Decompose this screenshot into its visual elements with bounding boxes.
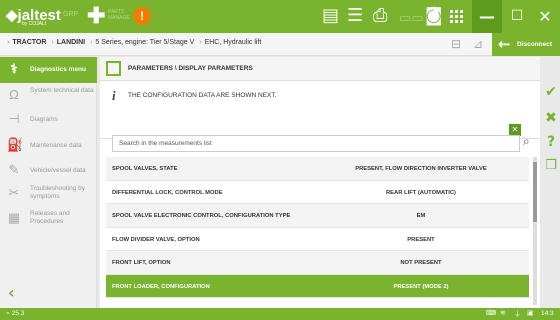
grid-icon[interactable] (450, 10, 463, 23)
parts-manage-label: PARTS MANAGE (108, 9, 130, 21)
wifi-icon: ≋ (500, 309, 506, 317)
param-value: PRESENT (MODE 2) (393, 283, 449, 290)
help-icon[interactable]: ? (542, 134, 560, 150)
top-toolbar: ◆jaltest by COJALI GRP ✚ PARTS MANAGE ! ▤ … (0, 0, 560, 33)
sidebar: ⚕ Diagnostics menu Ω System technical da… (0, 57, 97, 308)
sidebar-item-label: Troubleshooting by symptoms (30, 185, 86, 200)
minimize-button[interactable]: — (472, 0, 502, 33)
sidebar-item-label: Maintenance data (30, 142, 82, 149)
sidebar-item-label: System technical data (30, 87, 94, 94)
sidebar-item-diagnostics-menu[interactable]: ⚕ Diagnostics menu (0, 57, 97, 83)
wrench-icon: ✎ (8, 162, 20, 177)
page-title: PARAMETERS \ DISPLAY PARAMETERS (128, 65, 253, 72)
table-row[interactable]: FRONT LIFT, OPTION NOT PRESENT (106, 251, 529, 275)
keyboard-icon[interactable]: ⌨ (486, 309, 496, 317)
list-icon[interactable]: ☰ (347, 6, 363, 26)
breadcrumb-item[interactable]: EHC, Hydraulic lift (205, 39, 262, 46)
status-bar: ⌁ 25.3 ⌨ ≋ ⏚ ▣ 14:3 (0, 308, 560, 320)
diagram-icon: ⊣ (8, 111, 20, 126)
signal-icon: ⊿ (472, 37, 484, 51)
breadcrumb-item[interactable]: LANDINI (57, 39, 85, 46)
documents-icon[interactable]: ❐ (542, 158, 560, 173)
printer-icon[interactable]: ⎙ (373, 6, 387, 26)
param-value: PRESENT (407, 236, 435, 243)
param-name: FRONT LIFT, OPTION (112, 260, 171, 266)
calendar-icon: ▣ (527, 309, 534, 317)
param-name: FRONT LOADER, CONFIGURATION (112, 283, 210, 290)
oil-can-icon: ⛽ (7, 137, 24, 152)
param-name: FLOW DIVIDER VALVE, OPTION (112, 236, 200, 243)
connector-icon: ⊟ (450, 37, 462, 51)
search-icon[interactable]: ⌕ (523, 134, 530, 149)
breadcrumb: › TRACTOR › LANDINI › 5 Series, engine: Tie… (7, 39, 262, 46)
breadcrumb-item[interactable]: TRACTOR (12, 39, 46, 46)
sidebar-item-troubleshooting[interactable]: ✂ Troubleshooting by symptoms (0, 181, 97, 207)
param-name: DIFFERENTIAL LOCK, CONTROL MODE (112, 189, 223, 196)
table-row[interactable]: SPOOL VALVE ELECTRONIC CONTROL, CONFIGUR… (106, 204, 529, 228)
sidebar-item-system-technical-data[interactable]: Ω System technical data (0, 83, 97, 109)
info-message: i THE CONFIGURATION DATA ARE SHOWN NEXT.… (100, 82, 540, 139)
table-row-selected[interactable]: FRONT LOADER, CONFIGURATION PRESENT (MODE… (106, 274, 529, 298)
table-row[interactable]: DIFFERENTIAL LOCK, CONTROL MODE REAR LIFT… (106, 180, 529, 204)
sidebar-item-label: Diagrams (30, 116, 58, 123)
omega-icon: Ω (9, 87, 19, 102)
table-row[interactable]: SPOOL VALVES, STATE PRESENT, FLOW DIRECTI… (106, 157, 529, 181)
document-icon[interactable]: ▤ (322, 6, 339, 26)
voltage-readout: ⌁ 25.3 (6, 310, 25, 317)
parameters-icon (106, 61, 121, 76)
search-input[interactable]: Search in the measurements list (112, 135, 520, 152)
clock: 14:3 (541, 310, 554, 317)
sidebar-item-diagrams[interactable]: ⊣ Diagrams (0, 107, 97, 133)
panel-header: PARAMETERS \ DISPLAY PARAMETERS (100, 57, 540, 81)
maximize-button[interactable]: ☐ (502, 0, 532, 33)
sidebar-item-label: Vehicle/vessel data (30, 167, 86, 174)
param-value: REAR LIFT (AUTOMATIC) (386, 189, 456, 196)
breadcrumb-item[interactable]: 5 Series, engine: Tier 5/Stage V (95, 39, 194, 46)
sidebar-item-label: Diagnostics menu (30, 66, 86, 73)
cross-icon[interactable]: ✖ (542, 110, 560, 126)
close-button[interactable]: ✕ (530, 0, 560, 33)
battery-icon[interactable]: ▭▭ (399, 9, 424, 29)
param-value: NOT PRESENT (400, 260, 442, 266)
product-label: GRP (63, 11, 79, 18)
parts-add-button[interactable]: ✚ (87, 5, 105, 27)
info-text: THE CONFIGURATION DATA ARE SHOWN NEXT. (128, 92, 277, 99)
stethoscope-icon: ⚕ (10, 61, 18, 76)
help-icon[interactable]: ? (428, 5, 440, 25)
search-placeholder: Search in the measurements list (119, 140, 212, 147)
back-button[interactable]: ‹ (8, 283, 15, 302)
sidebar-item-label: Releases and Procedures (30, 210, 70, 225)
app-logo: ◆jaltest by COJALI (6, 7, 61, 27)
main-panel: PARAMETERS \ DISPLAY PARAMETERS i THE CO… (100, 57, 540, 308)
table-row[interactable]: FLOW DIVIDER VALVE, OPTION PRESENT (106, 227, 529, 251)
scrollbar-thumb[interactable] (533, 162, 537, 222)
arrow-left-icon: ← (498, 35, 511, 53)
info-icon: i (112, 88, 116, 103)
sidebar-item-releases-procedures[interactable]: ▦ Releases and Procedures (0, 206, 97, 232)
breadcrumb-bar: › TRACTOR › LANDINI › 5 Series, engine: Tie… (0, 33, 560, 56)
clipboard-icon: ▦ (7, 210, 21, 225)
check-icon[interactable]: ✔ (542, 84, 560, 100)
param-value: PRESENT, FLOW DIRECTION INVERTER VALVE (355, 166, 487, 172)
sidebar-item-maintenance-data[interactable]: ⛽ Maintenance data (0, 133, 97, 159)
warning-icon[interactable]: ! (133, 7, 151, 25)
usb-icon: ⏚ (514, 310, 521, 318)
param-name: SPOOL VALVES, STATE (112, 166, 178, 172)
tools-icon: ✂ (8, 185, 20, 200)
param-name: SPOOL VALVE ELECTRONIC CONTROL, CONFIGUR… (112, 213, 291, 219)
param-value: EM (416, 213, 426, 219)
parameters-table: SPOOL VALVES, STATE PRESENT, FLOW DIRECTI… (106, 157, 529, 298)
